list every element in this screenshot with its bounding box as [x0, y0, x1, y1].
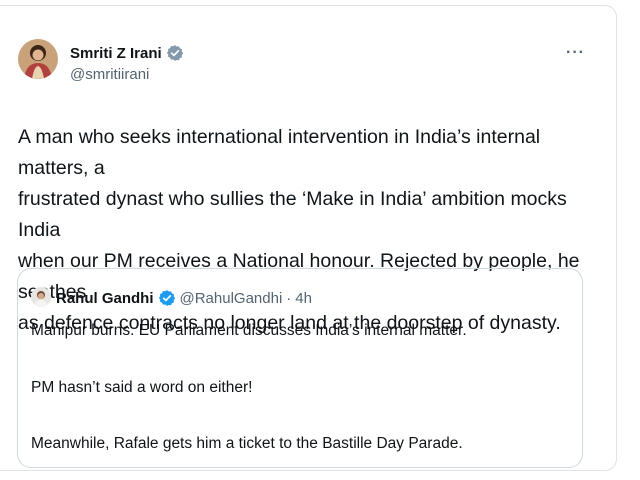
- verified-badge-icon: [158, 289, 176, 307]
- tweet-text-line: frustrated dynast who sullies the ‘Make …: [18, 188, 567, 241]
- quoted-author-handle[interactable]: @RahulGandhi: [180, 290, 283, 307]
- quoted-text-line: PM hasn’t said a word on either!: [31, 379, 253, 396]
- quoted-text-line: Manipur burns. EU Parliament discusses I…: [31, 322, 467, 339]
- quoted-timestamp[interactable]: 4h: [295, 290, 312, 307]
- dot-separator: ·: [286, 289, 292, 307]
- more-options-icon[interactable]: ···: [566, 44, 585, 62]
- quoted-text-line: Meanwhile, Rafale gets him a ticket to t…: [31, 435, 463, 452]
- author-handle[interactable]: @smritiirani: [70, 66, 149, 83]
- quoted-tweet[interactable]: Rahul Gandhi @RahulGandhi · 4h Manipur b…: [17, 268, 583, 468]
- author-avatar[interactable]: [18, 39, 58, 79]
- quoted-author-name[interactable]: Rahul Gandhi: [56, 290, 154, 307]
- author-name[interactable]: Smriti Z Irani: [70, 45, 162, 62]
- tweet-card[interactable]: Smriti Z Irani @smritiirani ··· A man wh…: [0, 5, 617, 471]
- tweet-text-line: A man who seeks international interventi…: [18, 126, 541, 179]
- quoted-author-avatar[interactable]: [31, 287, 51, 307]
- verified-badge-icon: [166, 44, 184, 62]
